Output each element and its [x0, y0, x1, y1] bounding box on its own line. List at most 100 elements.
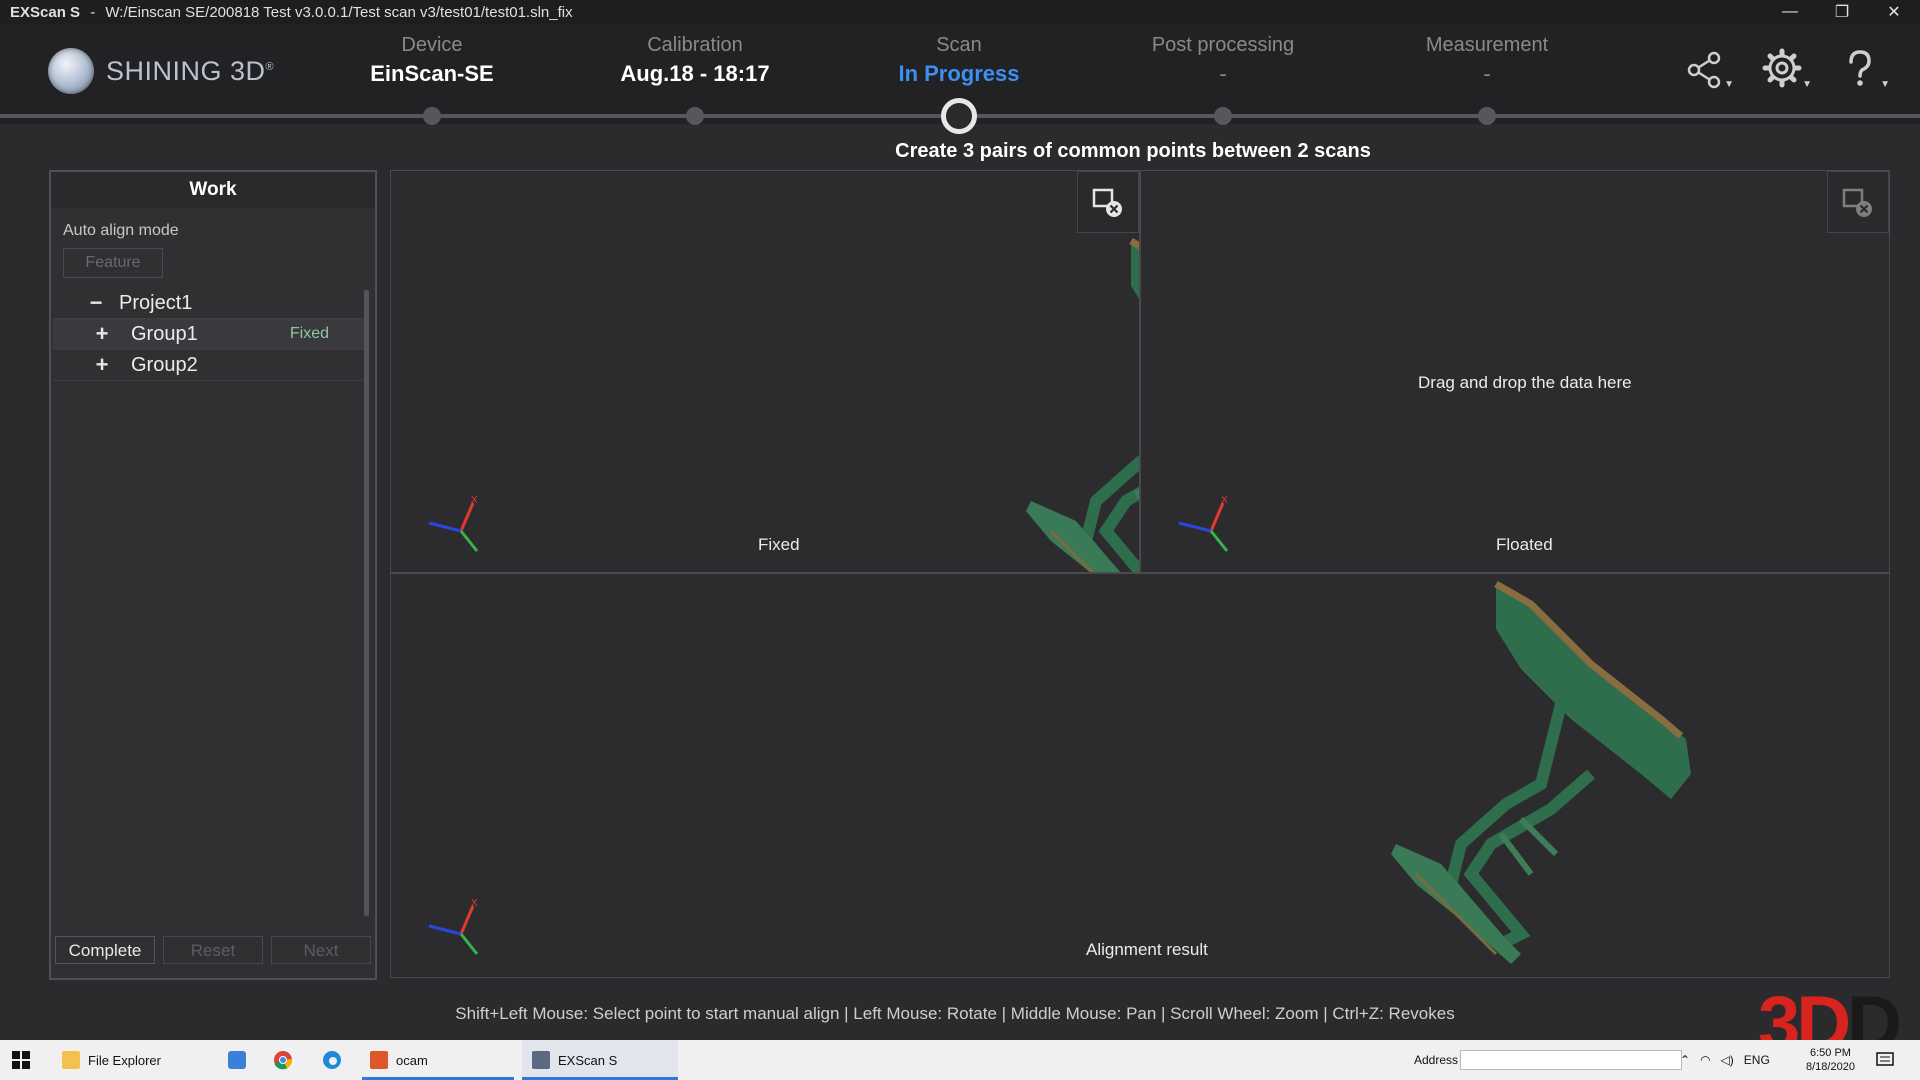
- taskbar-app-label: EXScan S: [558, 1052, 618, 1068]
- expand-toggle[interactable]: +: [87, 321, 117, 347]
- expand-toggle[interactable]: +: [87, 352, 117, 378]
- axis-gizmo: X: [421, 491, 491, 561]
- tree-item-label: Project1: [119, 291, 193, 314]
- title-bar: EXScan S - W:/Einscan SE/200818 Test v3.…: [0, 0, 1920, 24]
- help-icon[interactable]: ▼: [1840, 48, 1890, 92]
- brand-name: SHINING 3D: [106, 55, 266, 86]
- tree-item-group1[interactable]: + Group1 Fixed: [53, 319, 369, 350]
- alignment-result-viewport[interactable]: X Alignment result: [390, 573, 1890, 978]
- close-button[interactable]: ✕: [1868, 0, 1920, 24]
- axis-x-label: X: [471, 898, 478, 909]
- feature-align-button[interactable]: Feature: [63, 248, 163, 278]
- work-panel: Work Auto align mode Feature − Project1 …: [49, 170, 377, 980]
- group-status-badge: Fixed: [289, 325, 329, 342]
- windows-logo-icon: [12, 1051, 30, 1069]
- step-value: EinScan-SE: [370, 61, 494, 86]
- restore-button[interactable]: ❐: [1816, 0, 1868, 24]
- chevron-up-icon[interactable]: ⌃: [1680, 1053, 1690, 1067]
- start-button[interactable]: [12, 1040, 36, 1080]
- tree-item-project1[interactable]: − Project1: [53, 288, 369, 319]
- collapse-toggle[interactable]: −: [81, 290, 111, 316]
- clear-viewport-button[interactable]: [1827, 171, 1889, 233]
- fixed-viewport-label: Fixed: [758, 535, 800, 554]
- fixed-viewport[interactable]: X Fixed: [390, 170, 1140, 573]
- work-panel-title: Work: [51, 172, 375, 208]
- tree-item-label: Group1: [131, 322, 198, 345]
- address-toolbar-label: Address: [1414, 1053, 1459, 1067]
- step-value: -: [1219, 61, 1227, 86]
- step-scan[interactable]: Scan In Progress: [849, 34, 1069, 87]
- step-label: Post processing: [1151, 34, 1295, 56]
- taskbar-edge[interactable]: [322, 1040, 344, 1080]
- drop-zone-hint: Drag and drop the data here: [1418, 373, 1632, 392]
- step-label: Device: [401, 34, 463, 56]
- app-window-icon: [228, 1051, 246, 1069]
- floated-viewport[interactable]: Drag and drop the data here X Floated: [1140, 170, 1890, 573]
- step-label: Measurement: [1425, 34, 1549, 56]
- step-label: Calibration: [647, 34, 743, 56]
- next-button[interactable]: Next: [271, 936, 371, 964]
- clear-viewport-button[interactable]: [1077, 171, 1139, 233]
- volume-icon[interactable]: ◁): [1721, 1053, 1734, 1067]
- edge-icon: [323, 1051, 341, 1069]
- step-label: Scan: [936, 34, 982, 56]
- brand-registered-mark: ®: [265, 60, 275, 73]
- progress-node-calibration: [686, 107, 704, 125]
- axis-x-label: X: [471, 495, 478, 506]
- chevron-down-icon: ▼: [1880, 79, 1890, 90]
- floated-viewport-label: Floated: [1496, 535, 1553, 554]
- clear-data-icon: [1842, 188, 1872, 217]
- step-measurement[interactable]: Measurement -: [1377, 34, 1597, 87]
- folder-icon: [62, 1051, 80, 1069]
- taskbar-pinned-app[interactable]: [228, 1040, 250, 1080]
- shining3d-logo-icon: [48, 48, 94, 94]
- mouse-controls-hint: Shift+Left Mouse: Select point to start …: [455, 1004, 1455, 1023]
- progress-node-scan-current: [941, 98, 977, 134]
- notification-icon[interactable]: [1876, 1040, 1894, 1080]
- taskbar-ocam[interactable]: ocam: [362, 1040, 514, 1080]
- step-post-processing[interactable]: Post processing -: [1113, 34, 1333, 87]
- exscan-app-icon: [532, 1051, 550, 1069]
- align-mode-label: Auto align mode: [63, 222, 179, 239]
- alignment-instruction: Create 3 pairs of common points between …: [895, 140, 1371, 162]
- alignment-result-label: Alignment result: [1086, 940, 1208, 959]
- tree-item-group2[interactable]: + Group2: [53, 350, 369, 381]
- progress-node-measurement: [1478, 107, 1496, 125]
- clear-data-icon: [1092, 188, 1122, 217]
- taskbar-chrome[interactable]: [273, 1040, 295, 1080]
- address-input[interactable]: [1460, 1050, 1682, 1070]
- step-device[interactable]: Device EinScan-SE: [322, 34, 542, 87]
- step-value: Aug.18 - 18:17: [620, 61, 770, 86]
- chevron-down-icon: ▼: [1724, 79, 1734, 90]
- input-language[interactable]: ENG: [1744, 1053, 1770, 1067]
- tree-scrollbar[interactable]: [364, 290, 369, 916]
- chrome-icon: [274, 1051, 293, 1070]
- step-calibration[interactable]: Calibration Aug.18 - 18:17: [585, 34, 805, 87]
- clock-time: 6:50 PM: [1809, 1047, 1851, 1059]
- clock-date: 8/18/2020: [1806, 1061, 1855, 1073]
- window-app-name: EXScan S: [10, 3, 81, 21]
- tree-item-label: Group2: [131, 353, 198, 376]
- taskbar-app-label: File Explorer: [88, 1052, 161, 1068]
- complete-button[interactable]: Complete: [55, 936, 155, 964]
- window-path: W:/Einscan SE/200818 Test v3.0.0.1/Test …: [105, 3, 573, 21]
- gear-icon[interactable]: ▼: [1762, 48, 1812, 92]
- taskbar-exscan[interactable]: EXScan S: [522, 1040, 678, 1080]
- window-title: EXScan S - W:/Einscan SE/200818 Test v3.…: [0, 4, 573, 21]
- brand-logo: SHINING 3D®: [48, 48, 274, 94]
- minimize-button[interactable]: —: [1764, 0, 1816, 24]
- system-clock[interactable]: 6:50 PM 8/18/2020: [1806, 1040, 1855, 1080]
- step-value: In Progress: [898, 61, 1020, 86]
- aligned-scan-model: [1391, 580, 1691, 964]
- progress-node-device: [423, 107, 441, 125]
- axis-x-label: X: [1221, 495, 1228, 506]
- network-icon[interactable]: ◠: [1700, 1053, 1710, 1067]
- reset-button[interactable]: Reset: [163, 936, 263, 964]
- fixed-scan-model: [1026, 237, 1139, 572]
- window-title-separator: -: [90, 3, 96, 21]
- progress-node-post-processing: [1214, 107, 1232, 125]
- project-tree: − Project1 + Group1 Fixed + Group2: [53, 288, 369, 381]
- ocam-icon: [370, 1051, 388, 1069]
- taskbar-file-explorer[interactable]: File Explorer: [52, 1040, 216, 1080]
- share-icon[interactable]: ▼: [1684, 48, 1734, 92]
